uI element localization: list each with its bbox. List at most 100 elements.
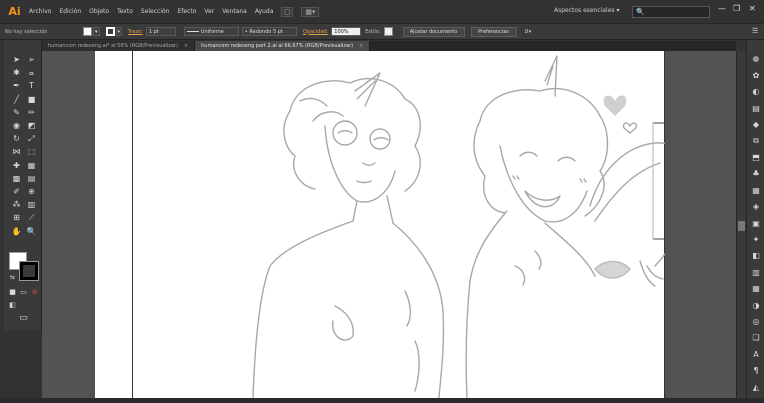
panel-icon-5[interactable]: ◆ bbox=[751, 120, 761, 130]
panel-icon-12[interactable]: ✦ bbox=[751, 234, 761, 244]
panel-icon-16[interactable]: ◑ bbox=[751, 300, 761, 310]
rectangle-tool[interactable]: ■ bbox=[25, 94, 38, 105]
workspace-switcher[interactable]: Aspectos esenciales ▾ bbox=[554, 7, 619, 14]
arrange-documents-icon: ▦▾ bbox=[305, 7, 316, 16]
magic-wand-tool[interactable]: ✱ bbox=[10, 67, 23, 78]
opacity-label[interactable]: Opacidad: bbox=[303, 29, 328, 35]
arrange-documents-button[interactable]: ▦▾ bbox=[301, 6, 320, 17]
blob-brush-tool[interactable]: ◉ bbox=[10, 120, 23, 131]
menu-ventana[interactable]: Ventana bbox=[222, 8, 247, 15]
selection-tool[interactable]: ➤ bbox=[10, 54, 23, 65]
mesh-tool[interactable]: ▩ bbox=[10, 173, 23, 184]
preferences-button[interactable]: Preferencias bbox=[470, 26, 517, 37]
profile-line-icon bbox=[186, 31, 199, 32]
stroke-color-swatch[interactable] bbox=[105, 27, 115, 36]
panel-icon-15[interactable]: ▦ bbox=[751, 284, 761, 294]
document-tabs: humancom redeseng.ai* al 50% (RGB/Previs… bbox=[42, 41, 736, 51]
symbol-sprayer-tool[interactable]: ⁂ bbox=[10, 199, 23, 210]
menu-seleccion[interactable]: Selección bbox=[141, 8, 170, 15]
panel-icon-18[interactable]: ❏ bbox=[751, 333, 761, 343]
panel-icon-10[interactable]: ◈ bbox=[751, 202, 761, 212]
shape-builder-tool[interactable]: ✚ bbox=[10, 160, 23, 171]
brush-definition[interactable]: • Redondo 5 pt bbox=[241, 27, 297, 36]
drawing-mode-button[interactable]: ◧ bbox=[6, 299, 19, 310]
stroke-swatch[interactable] bbox=[19, 261, 39, 281]
canvas-area[interactable] bbox=[42, 51, 736, 398]
lasso-tool[interactable]: ⴰ bbox=[25, 67, 38, 78]
arrange-icon-button[interactable]: ⇵▾ bbox=[523, 27, 534, 36]
pen-tool[interactable]: ✒ bbox=[10, 80, 23, 91]
panel-icon-3[interactable]: ◐ bbox=[751, 87, 761, 97]
panel-menu-button[interactable]: ☰ bbox=[752, 27, 758, 35]
artboard-tool[interactable]: ⊞ bbox=[10, 212, 23, 223]
close-window-button[interactable]: ✕ bbox=[749, 4, 756, 13]
variable-width-profile[interactable]: Uniforme bbox=[183, 27, 239, 36]
panel-icon-14[interactable]: ▥ bbox=[751, 267, 761, 277]
panel-icon-21[interactable]: ◭ bbox=[751, 382, 761, 392]
graphic-style-swatch[interactable] bbox=[383, 27, 393, 36]
panel-icon-19[interactable]: A bbox=[751, 349, 761, 359]
panel-icon-2[interactable]: ✿ bbox=[751, 70, 761, 80]
close-icon[interactable]: × bbox=[359, 43, 363, 49]
paintbrush-tool[interactable]: ✎ bbox=[10, 107, 23, 118]
rotate-tool[interactable]: ↻ bbox=[10, 133, 23, 144]
type-tool[interactable]: T bbox=[25, 80, 38, 91]
minimize-button[interactable]: — bbox=[718, 4, 726, 13]
scale-tool[interactable]: ⤢ bbox=[25, 133, 38, 144]
fill-color-swatch[interactable] bbox=[83, 27, 92, 36]
tools-panel: ➤ ➢ ✱ ⴰ ✒ T ╱ ■ ✎ ✏ ◉ ◩ ↻ ⤢ ⋈ ⬚ ✚ ▦ ▩ ▤ ✐ ⊕ ⁂ ▥ ⊞ ⟋ ✋ 🔍 ⇆ ■ ▭ ⊘ ◧ ▭ bbox=[4, 40, 42, 330]
width-tool[interactable]: ⋈ bbox=[10, 146, 23, 157]
stroke-weight-field[interactable]: 1 pt bbox=[145, 27, 176, 36]
menu-efecto[interactable]: Efecto bbox=[178, 8, 197, 15]
control-bar: No hay selección ▾ ▾ Trazo: 1 pt Uniform… bbox=[0, 24, 764, 40]
vertical-scrollbar[interactable] bbox=[736, 51, 746, 398]
pencil-tool[interactable]: ✏ bbox=[25, 107, 38, 118]
sketch-artwork bbox=[252, 55, 665, 398]
adjust-document-button[interactable]: Ajustar documento bbox=[402, 26, 465, 37]
menu-ver[interactable]: Ver bbox=[204, 8, 214, 15]
column-graph-tool[interactable]: ▥ bbox=[25, 199, 38, 210]
tab-document-2[interactable]: humancom redeseng part 2.ai al 66.67% (R… bbox=[195, 41, 371, 51]
panel-icon-17[interactable]: ◎ bbox=[751, 316, 761, 326]
restore-button[interactable]: ❐ bbox=[733, 4, 740, 13]
panel-icon-1[interactable]: ❁ bbox=[751, 54, 761, 64]
perspective-grid-tool[interactable]: ▦ bbox=[25, 160, 38, 171]
status-bar bbox=[0, 398, 764, 403]
eraser-tool[interactable]: ◩ bbox=[25, 120, 38, 131]
panel-icon-20[interactable]: ¶ bbox=[751, 366, 761, 376]
panel-dock: ❁ ✿ ◐ ▤ ◆ ⧉ ⬒ ♣ ▦ ◈ ▣ ✦ ◧ ▥ ▦ ◑ ◎ ❏ A ¶ ◭ bbox=[746, 40, 764, 398]
zoom-tool[interactable]: 🔍 bbox=[25, 226, 38, 237]
bridge-button[interactable]: ▢ bbox=[281, 6, 294, 17]
free-transform-tool[interactable]: ⬚ bbox=[25, 146, 38, 157]
fill-dropdown[interactable]: ▾ bbox=[93, 27, 100, 36]
gradient-tool[interactable]: ▤ bbox=[25, 173, 38, 184]
swap-fill-stroke-icon[interactable]: ⇆ bbox=[6, 272, 19, 283]
stroke-label[interactable]: Trazo: bbox=[128, 29, 143, 35]
line-tool[interactable]: ╱ bbox=[10, 94, 23, 105]
panel-icon-4[interactable]: ▤ bbox=[751, 103, 761, 113]
menu-texto[interactable]: Texto bbox=[117, 8, 133, 15]
tab-document-1[interactable]: humancom redeseng.ai* al 50% (RGB/Previs… bbox=[42, 41, 196, 51]
panel-icon-7[interactable]: ⬒ bbox=[751, 152, 761, 162]
none-mode-button[interactable]: ⊘ bbox=[28, 286, 41, 297]
menu-objeto[interactable]: Objeto bbox=[89, 8, 109, 15]
hand-tool[interactable]: ✋ bbox=[10, 226, 23, 237]
stroke-dropdown[interactable]: ▾ bbox=[115, 27, 123, 36]
search-input[interactable]: 🔍 bbox=[632, 6, 710, 18]
opacity-field[interactable]: 100% bbox=[331, 27, 362, 36]
slice-tool[interactable]: ⟋ bbox=[25, 212, 38, 223]
vertical-scroll-thumb[interactable] bbox=[738, 221, 745, 231]
panel-icon-8[interactable]: ♣ bbox=[751, 169, 761, 179]
menu-ayuda[interactable]: Ayuda bbox=[255, 8, 274, 15]
direct-selection-tool[interactable]: ➢ bbox=[25, 54, 38, 65]
eyedropper-tool[interactable]: ✐ bbox=[10, 186, 23, 197]
panel-icon-11[interactable]: ▣ bbox=[751, 218, 761, 228]
screen-mode-button[interactable]: ▭ bbox=[17, 312, 30, 323]
menu-archivo[interactable]: Archivo bbox=[29, 8, 51, 15]
menu-edicion[interactable]: Edición bbox=[59, 8, 81, 15]
close-icon[interactable]: × bbox=[184, 43, 188, 49]
panel-icon-9[interactable]: ▦ bbox=[751, 185, 761, 195]
panel-icon-6[interactable]: ⧉ bbox=[751, 136, 761, 146]
panel-icon-13[interactable]: ◧ bbox=[751, 251, 761, 261]
blend-tool[interactable]: ⊕ bbox=[25, 186, 38, 197]
